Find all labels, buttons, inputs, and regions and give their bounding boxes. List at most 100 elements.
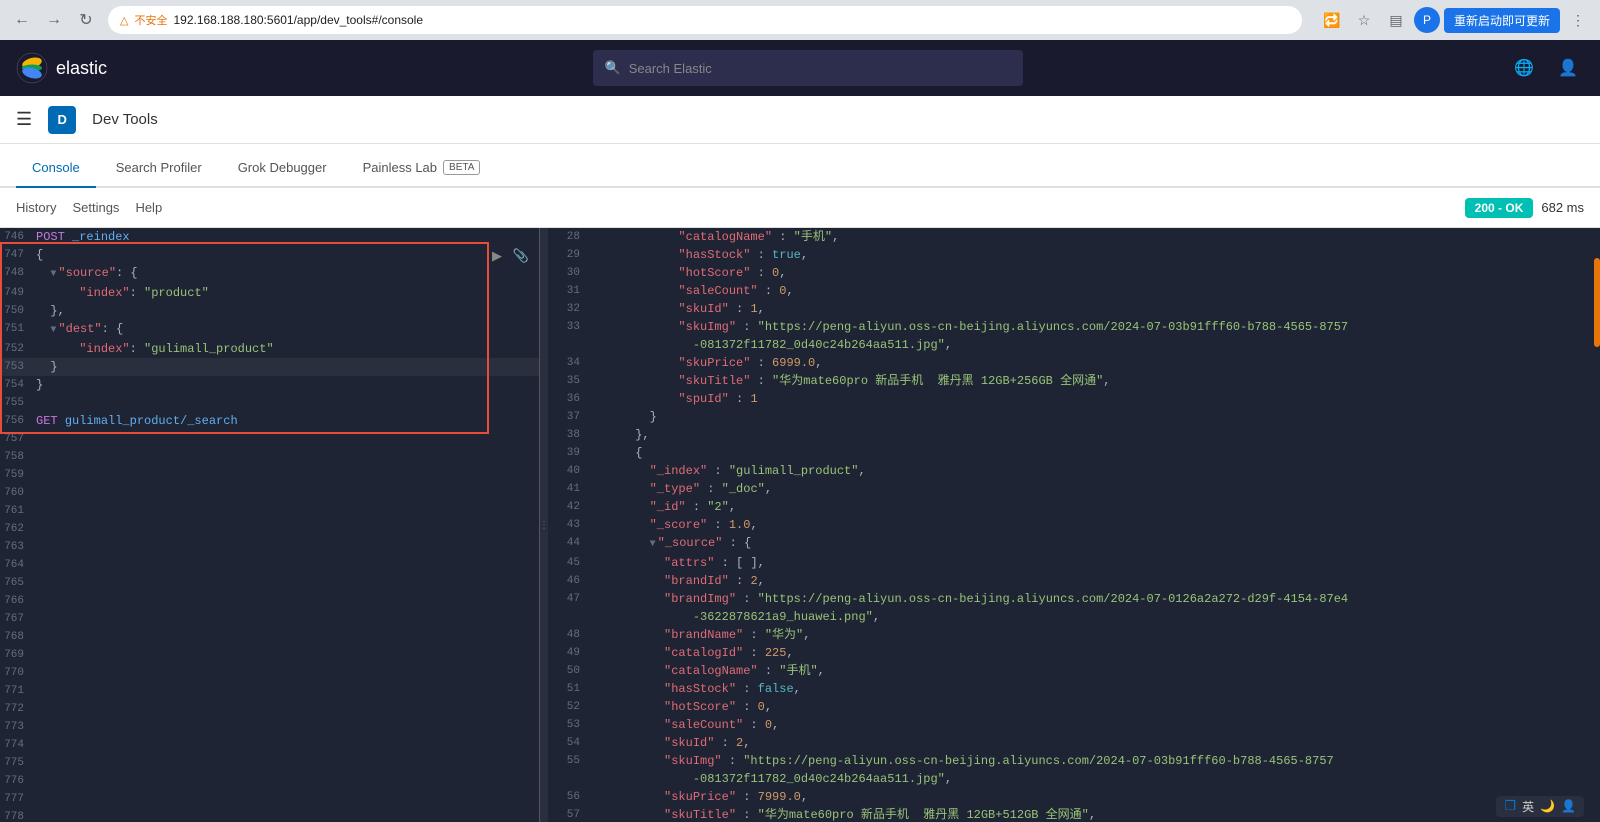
toolbar: History Settings Help 200 - OK 682 ms [0, 188, 1600, 228]
search-bar[interactable]: 🔍 Search Elastic [593, 50, 1023, 86]
devtools-title: Dev Tools [92, 111, 158, 128]
tab-console[interactable]: Console [16, 148, 96, 188]
search-icon: 🔍 [605, 60, 621, 76]
output-line-33: 33 "skuImg" : "https://peng-aliyun.oss-c… [548, 318, 1600, 336]
settings-button[interactable]: Settings [72, 200, 119, 215]
search-placeholder: Search Elastic [629, 61, 712, 76]
output-line-39: 39 { [548, 444, 1600, 462]
more-options-button[interactable]: ⋮ [1564, 6, 1592, 34]
output-line-53: 53 "saleCount" : 0, [548, 716, 1600, 734]
output-line-45: 45 "attrs" : [ ], [548, 554, 1600, 572]
output-line-49: 49 "catalogId" : 225, [548, 644, 1600, 662]
moon-icon: 🌙 [1540, 799, 1555, 813]
editor-line-747: 747 { [0, 246, 539, 264]
output-line-55b: -081372f11782_0d40c24b264aa511.jpg", [548, 770, 1600, 788]
security-warning-text: 不安全 [134, 12, 167, 28]
output-line-50: 50 "catalogName" : "手机", [548, 662, 1600, 680]
main-content: ▶ 📎 746 POST _reindex 747 { 748 ▼"source… [0, 228, 1600, 822]
output-line-57: 57 "skuTitle" : "华为mate60pro 新品手机 雅丹黑 12… [548, 806, 1600, 822]
back-button[interactable]: ← [8, 6, 36, 34]
hamburger-button[interactable]: ☰ [16, 109, 32, 130]
editor-line-765: 765 [0, 574, 539, 592]
editor-line-768: 768 [0, 628, 539, 646]
editor-line-754: 754 } [0, 376, 539, 394]
tab-search-profiler[interactable]: Search Profiler [100, 148, 218, 188]
refresh-button[interactable]: ↻ [72, 6, 100, 34]
output-line-52: 52 "hotScore" : 0, [548, 698, 1600, 716]
user-menu-button[interactable]: 👤 [1552, 52, 1584, 84]
profile-button[interactable]: P [1414, 7, 1440, 33]
editor-line-753: 753 } [0, 358, 539, 376]
editor-icons: ▶ 📎 [487, 246, 531, 266]
output-line-32: 32 "skuId" : 1, [548, 300, 1600, 318]
tab-groups-button[interactable]: ▤ [1382, 6, 1410, 34]
editor-content[interactable]: 746 POST _reindex 747 { 748 ▼"source": {… [0, 228, 539, 822]
output-line-47b: -3622878621a9_huawei.png", [548, 608, 1600, 626]
editor-line-752: 752 "index": "gulimall_product" [0, 340, 539, 358]
output-line-56: 56 "skuPrice" : 7999.0, [548, 788, 1600, 806]
output-content[interactable]: 28 "catalogName" : "手机", 29 "hasStock" :… [548, 228, 1600, 822]
devtools-badge: D [48, 106, 76, 134]
editor-line-775: 775 [0, 754, 539, 772]
editor-line-746: 746 POST _reindex [0, 228, 539, 246]
output-line-40: 40 "_index" : "gulimall_product", [548, 462, 1600, 480]
sub-header: ☰ D Dev Tools [0, 96, 1600, 144]
editor-line-763: 763 [0, 538, 539, 556]
tab-painless-lab[interactable]: Painless Lab BETA [347, 148, 497, 188]
copy-curl-button[interactable]: 📎 [511, 246, 531, 266]
output-line-54: 54 "skuId" : 2, [548, 734, 1600, 752]
restart-button[interactable]: 重新启动即可更新 [1444, 8, 1560, 33]
time-badge: 682 ms [1541, 200, 1584, 215]
security-warning-icon: △ [120, 14, 128, 27]
editor-line-757: 757 [0, 430, 539, 448]
url-text: 192.168.188.180:5601/app/dev_tools#/cons… [173, 13, 423, 27]
editor-line-761: 761 [0, 502, 539, 520]
output-line-48: 48 "brandName" : "华为", [548, 626, 1600, 644]
bottom-bar: ❐ 英 🌙 👤 [1480, 790, 1600, 822]
output-line-38: 38 }, [548, 426, 1600, 444]
output-line-31: 31 "saleCount" : 0, [548, 282, 1600, 300]
output-line-33b: -081372f11782_0d40c24b264aa511.jpg", [548, 336, 1600, 354]
elastic-logo[interactable]: elastic [16, 52, 107, 84]
forward-button[interactable]: → [40, 6, 68, 34]
output-line-37: 37 } [548, 408, 1600, 426]
tab-bar: Console Search Profiler Grok Debugger Pa… [0, 144, 1600, 188]
tab-grok-debugger[interactable]: Grok Debugger [222, 148, 343, 188]
bookmark-button[interactable]: ☆ [1350, 6, 1378, 34]
output-scrollbar-thumb [1594, 258, 1600, 347]
browser-nav-buttons: ← → ↻ [8, 6, 100, 34]
editor-line-777: 777 [0, 790, 539, 808]
editor-line-774: 774 [0, 736, 539, 754]
output-line-29: 29 "hasStock" : true, [548, 246, 1600, 264]
editor-line-748: 748 ▼"source": { [0, 264, 539, 284]
output-line-55: 55 "skuImg" : "https://peng-aliyun.oss-c… [548, 752, 1600, 770]
app-header: elastic 🔍 Search Elastic 🌐 👤 [0, 40, 1600, 96]
run-button[interactable]: ▶ [487, 246, 507, 266]
editor-line-767: 767 [0, 610, 539, 628]
globe-button[interactable]: 🌐 [1508, 52, 1540, 84]
editor-line-750: 750 }, [0, 302, 539, 320]
output-scrollbar[interactable] [1594, 228, 1600, 822]
output-line-36: 36 "spuId" : 1 [548, 390, 1600, 408]
editor-line-756: 756 GET gulimall_product/_search [0, 412, 539, 430]
elastic-logo-icon [16, 52, 48, 84]
browser-actions: 🔁 ☆ ▤ P 重新启动即可更新 ⋮ [1318, 6, 1592, 34]
help-button[interactable]: Help [135, 200, 162, 215]
output-line-41: 41 "_type" : "_doc", [548, 480, 1600, 498]
logo-text: elastic [56, 58, 107, 79]
history-button[interactable]: History [16, 200, 56, 215]
header-actions: 🌐 👤 [1508, 52, 1584, 84]
translate-button[interactable]: 🔁 [1318, 6, 1346, 34]
editor-line-751: 751 ▼"dest": { [0, 320, 539, 340]
output-pane: 28 "catalogName" : "手机", 29 "hasStock" :… [548, 228, 1600, 822]
browser-chrome: ← → ↻ △ 不安全 192.168.188.180:5601/app/dev… [0, 0, 1600, 40]
output-line-28: 28 "catalogName" : "手机", [548, 228, 1600, 246]
output-line-35: 35 "skuTitle" : "华为mate60pro 新品手机 雅丹黑 12… [548, 372, 1600, 390]
panel-resizer[interactable]: ⋮ [540, 228, 548, 822]
output-line-43: 43 "_score" : 1.0, [548, 516, 1600, 534]
output-line-34: 34 "skuPrice" : 6999.0, [548, 354, 1600, 372]
output-line-51: 51 "hasStock" : false, [548, 680, 1600, 698]
editor-line-778: 778 [0, 808, 539, 822]
address-bar[interactable]: △ 不安全 192.168.188.180:5601/app/dev_tools… [108, 6, 1302, 34]
editor-line-766: 766 [0, 592, 539, 610]
